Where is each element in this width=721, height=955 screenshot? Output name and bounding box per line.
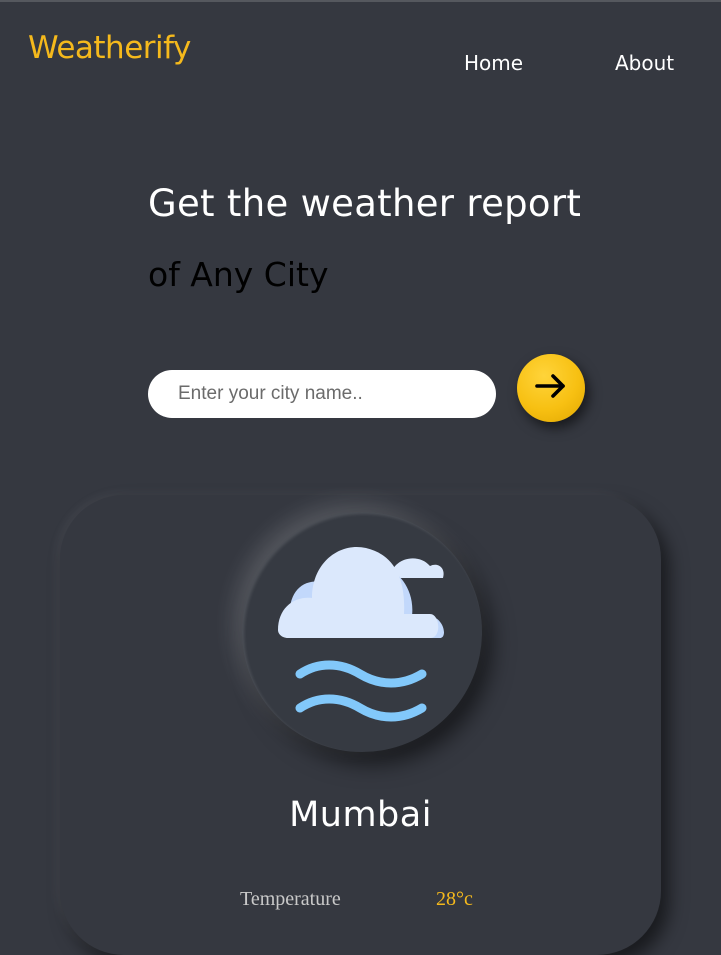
temperature-label: Temperature xyxy=(240,888,341,910)
search-submit-button[interactable] xyxy=(517,354,585,422)
weather-icon-orb xyxy=(242,512,482,752)
temperature-value: 28°c xyxy=(436,888,473,910)
window-top-border xyxy=(0,0,721,2)
city-search-input[interactable] xyxy=(148,370,496,418)
nav-link-about[interactable]: About xyxy=(615,51,674,75)
city-name: Mumbai xyxy=(289,795,432,835)
hero-subtitle: of Any City xyxy=(148,255,329,294)
nav-link-home[interactable]: Home xyxy=(464,51,523,75)
cloud-fog-icon xyxy=(278,546,444,722)
hero-title: Get the weather report xyxy=(148,182,582,225)
brand-logo[interactable]: Weatherify xyxy=(28,30,191,66)
arrow-right-icon xyxy=(535,374,565,398)
